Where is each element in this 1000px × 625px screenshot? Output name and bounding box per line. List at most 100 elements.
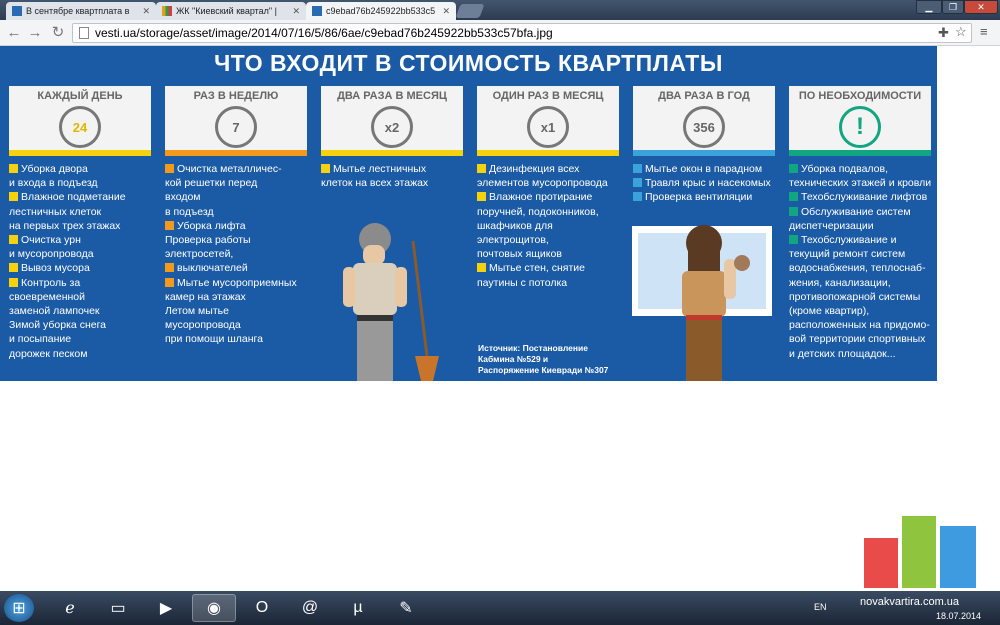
new-tab-button[interactable] — [455, 4, 485, 18]
page-content: ЧТО ВХОДИТ В СТОИМОСТЬ КВАРТПЛАТЫ КАЖДЫЙ… — [0, 46, 1000, 591]
window-washer-illustration — [632, 225, 772, 381]
utorrent-icon[interactable]: µ — [336, 594, 380, 622]
task-item: почтовых ящиков — [477, 248, 562, 261]
task-item: Контроль за — [9, 276, 151, 290]
paint-icon[interactable]: ✎ — [384, 594, 428, 622]
media-player-icon[interactable]: ▶ — [144, 594, 188, 622]
extension-icon[interactable]: ✚ — [938, 25, 949, 41]
mail-icon[interactable]: @ — [288, 594, 332, 622]
tab-2[interactable]: ЖК "Киевский квартал" | ✕ — [156, 2, 306, 20]
tab-title: В сентябре квартплата в — [26, 6, 130, 16]
janitor-illustration — [343, 223, 439, 381]
task-item: Уборка лифта — [165, 219, 307, 233]
task-item: шкафчиков для — [477, 219, 553, 232]
task-item: Мытье мусороприемных — [165, 276, 307, 290]
task-list: Очистка металличес-кой решетки перед вход… — [165, 162, 307, 347]
opera-icon[interactable]: O — [240, 594, 284, 622]
close-tab-icon[interactable]: ✕ — [292, 6, 300, 17]
column-header-card: ПО НЕОБХОДИМОСТИ! — [789, 86, 931, 156]
language-indicator[interactable]: EN — [814, 602, 827, 612]
internet-explorer-icon[interactable]: ℯ — [48, 594, 92, 622]
task-item: в подъезд — [165, 205, 214, 218]
close-window-button[interactable]: ✕ — [964, 0, 998, 14]
bookmark-star-icon[interactable]: ☆ — [955, 24, 967, 40]
task-list: Дезинфекция всех элементов мусоропровода В… — [477, 162, 619, 290]
file-explorer-icon[interactable]: ▭ — [96, 594, 140, 622]
close-tab-icon[interactable]: ✕ — [442, 6, 450, 17]
task-item: Уборка двора — [9, 162, 151, 176]
task-item: дорожек песком — [9, 347, 88, 360]
task-item: Проверка работы — [165, 234, 251, 247]
forward-arrow-icon[interactable]: → — [27, 25, 43, 41]
column-header: ПО НЕОБХОДИМОСТИ — [798, 90, 922, 102]
column-header-card: ОДИН РАЗ В МЕСЯЦ x1 — [477, 86, 619, 156]
task-item: кой решетки перед — [165, 177, 258, 190]
task-item: Обслуживание систем — [789, 205, 931, 219]
task-item: Очистка металличес- — [165, 162, 307, 176]
task-item: Мытье стен, снятие — [477, 261, 619, 275]
task-item: Влажное протирание — [477, 190, 619, 204]
task-list: Мытье лестничных клеток на всех этажах — [321, 162, 463, 190]
tab-3-active[interactable]: c9ebad76b245922bb533c5 ✕ — [306, 2, 456, 20]
column-header: КАЖДЫЙ ДЕНЬ — [37, 90, 123, 102]
task-item: и мусоропровода — [9, 248, 94, 261]
chrome-icon[interactable]: ◉ — [192, 594, 236, 622]
task-item: при помощи шланга — [165, 333, 263, 346]
browser-toolbar: ← → ↻ vesti.ua/storage/asset/image/2014/… — [0, 20, 1000, 46]
schedule-column: ОДИН РАЗ В МЕСЯЦ x1 Дезинфекция всех элемен… — [477, 86, 619, 290]
schedule-column: ДВА РАЗА В ГОД 356 Мытье окон в парадном Тр… — [633, 86, 775, 205]
task-item: мусоропровода — [165, 319, 241, 332]
task-item: и детских площадок... — [789, 347, 896, 360]
column-header-card: ДВА РАЗА В ГОД 356 — [633, 86, 775, 156]
tab-1[interactable]: В сентябре квартплата в ✕ — [6, 2, 156, 20]
bullet-icon — [165, 164, 174, 173]
bullet-icon — [477, 192, 486, 202]
task-item: противопожарной системы — [789, 290, 921, 303]
task-list: Уборка подвалов, технических этажей и кро… — [789, 162, 931, 361]
infographic-title: ЧТО ВХОДИТ В СТОИМОСТЬ КВАРТПЛАТЫ — [214, 50, 723, 76]
task-item: элементов мусоропровода — [477, 177, 608, 190]
start-button[interactable]: ⊞ — [4, 594, 34, 622]
task-item: Летом мытье — [165, 305, 229, 318]
infographic-image: ЧТО ВХОДИТ В СТОИМОСТЬ КВАРТПЛАТЫ КАЖДЫЙ… — [0, 46, 937, 381]
page-icon — [79, 27, 89, 39]
task-item: своевременной — [9, 290, 86, 303]
task-item: лестничных клеток — [9, 205, 102, 218]
close-tab-icon[interactable]: ✕ — [142, 6, 150, 17]
task-item: Зимой уборка снега — [9, 319, 107, 332]
task-item: водоснабжения, теплоснаб- — [789, 262, 926, 275]
bullet-icon — [9, 277, 18, 287]
column-header: ДВА РАЗА В ГОД — [658, 90, 750, 102]
tab-bar: В сентябре квартплата в ✕ ЖК "Киевский к… — [0, 0, 1000, 20]
task-item: Техобслуживание лифтов — [789, 190, 931, 204]
bullet-icon — [9, 164, 18, 173]
chart-favicon-icon — [162, 6, 172, 16]
task-item: жения, канализации, — [789, 276, 891, 289]
bullet-icon — [9, 235, 18, 245]
back-arrow-icon[interactable]: ← — [6, 25, 22, 41]
tab-title: ЖК "Киевский квартал" | — [176, 6, 277, 16]
windows-taskbar: ⊞ ℯ ▭ ▶ ◉ O @ µ ✎ EN novakvartira.com.ua… — [0, 591, 1000, 625]
frequency-icon: x1 — [527, 106, 569, 148]
task-item: Травля крыс и насекомых — [633, 176, 775, 190]
task-item: текущий ремонт систем — [789, 248, 906, 261]
task-item: электросетей, — [165, 248, 234, 261]
tab-title: c9ebad76b245922bb533c5 — [326, 6, 436, 16]
schedule-column: ДВА РАЗА В МЕСЯЦ x2 Мытье лестничных клеток… — [321, 86, 463, 190]
task-item: Дезинфекция всех — [477, 162, 619, 176]
menu-icon[interactable]: ≡ — [980, 24, 988, 39]
task-list: Мытье окон в парадном Травля крыс и насек… — [633, 162, 775, 205]
task-item: Влажное подметание — [9, 190, 151, 204]
address-bar[interactable]: vesti.ua/storage/asset/image/2014/07/16/… — [72, 23, 972, 43]
minimize-button[interactable]: ▁ — [916, 0, 942, 14]
novakvartira-logo — [862, 516, 980, 588]
maximize-button[interactable]: ❐ — [942, 0, 964, 14]
task-item: Мытье лестничных — [321, 162, 463, 176]
frequency-icon: 356 — [683, 106, 725, 148]
bullet-icon — [9, 263, 18, 273]
column-header: ОДИН РАЗ В МЕСЯЦ — [492, 90, 604, 102]
bullet-icon — [789, 235, 798, 245]
reload-icon[interactable]: ↻ — [50, 25, 66, 41]
clock-date[interactable]: 18.07.2014 — [936, 611, 981, 621]
bullet-icon — [789, 192, 798, 202]
